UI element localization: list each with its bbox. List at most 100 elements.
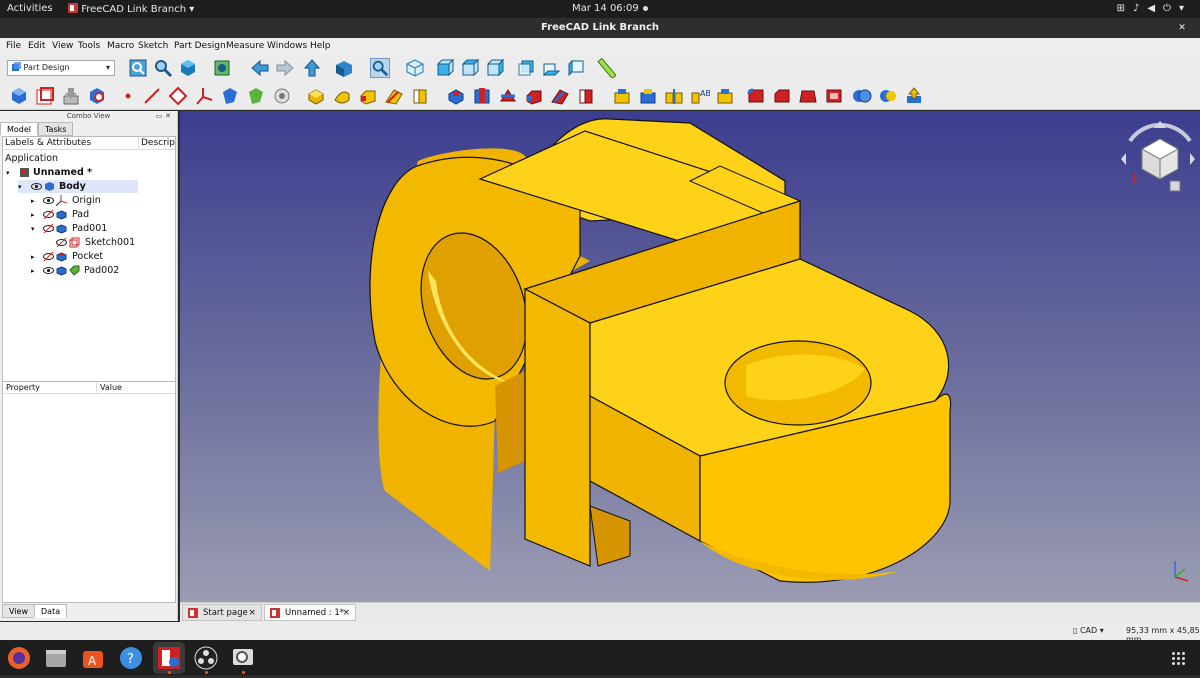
software-icon[interactable]: A xyxy=(80,645,106,671)
float-panel-icon[interactable]: ▭ xyxy=(156,112,166,120)
right-view-icon[interactable] xyxy=(485,58,505,78)
draft-icon[interactable] xyxy=(798,86,818,106)
shape-binder-icon[interactable] xyxy=(87,86,107,106)
close-panel-icon[interactable]: ✕ xyxy=(165,112,174,120)
pad-icon[interactable] xyxy=(306,86,326,106)
eye-hidden-icon[interactable] xyxy=(43,251,54,262)
3d-viewport[interactable] xyxy=(180,111,1200,602)
tree-item-pad002[interactable]: ▸ Pad002 xyxy=(31,264,119,277)
workbench-selector[interactable]: Part Design ▾ xyxy=(7,60,115,76)
create-body-icon[interactable] xyxy=(9,86,29,106)
view-menu-icon[interactable] xyxy=(334,58,354,78)
tree-column-description[interactable]: Descrip xyxy=(138,137,178,150)
value-column[interactable]: Value xyxy=(96,382,122,394)
collapse-arrow-icon[interactable]: ▾ xyxy=(6,169,10,177)
isometric-view-icon[interactable] xyxy=(405,58,425,78)
menu-macro[interactable]: Macro xyxy=(107,41,134,51)
app-menu[interactable]: FreeCAD Link Branch ▾ xyxy=(68,3,194,15)
tree-column-labels[interactable]: Labels & Attributes xyxy=(5,137,91,150)
expand-arrow-icon[interactable]: ▸ xyxy=(31,211,35,219)
create-sketch-icon[interactable] xyxy=(35,86,55,106)
clone-body-icon[interactable] xyxy=(272,86,292,106)
tree-item-pad001[interactable]: ▾ Pad001 xyxy=(31,222,107,235)
datum-point-icon[interactable] xyxy=(118,86,138,106)
hole-icon[interactable] xyxy=(472,86,492,106)
sprocket-icon[interactable] xyxy=(904,86,924,106)
additive-box-icon[interactable] xyxy=(612,86,632,106)
fit-all-icon[interactable] xyxy=(128,58,148,78)
eye-icon[interactable] xyxy=(43,195,54,206)
eye-icon[interactable] xyxy=(43,265,54,276)
fillet-icon[interactable] xyxy=(746,86,766,106)
menu-part-design[interactable]: Part Design xyxy=(174,41,226,51)
close-tab-icon[interactable]: × xyxy=(342,605,350,622)
tab-data[interactable]: Data xyxy=(34,604,68,618)
mirrored-icon[interactable] xyxy=(664,86,684,106)
zoom-icon[interactable] xyxy=(370,58,390,78)
tree-item-body[interactable]: ▾ Body xyxy=(18,180,138,193)
linear-pattern-icon[interactable]: AB xyxy=(690,86,710,106)
3d-model[interactable] xyxy=(180,111,1200,602)
pocket-icon[interactable] xyxy=(446,86,466,106)
sub-shape-binder-icon[interactable] xyxy=(246,86,266,106)
menu-sketch[interactable]: Sketch xyxy=(138,41,168,51)
bounding-box-icon[interactable] xyxy=(212,58,232,78)
expand-arrow-icon[interactable]: ▸ xyxy=(31,267,35,275)
additive-helix-icon[interactable] xyxy=(410,86,430,106)
additive-loft-icon[interactable] xyxy=(358,86,378,106)
menu-edit[interactable]: Edit xyxy=(28,41,45,51)
draw-style-icon[interactable] xyxy=(178,58,198,78)
tab-tasks[interactable]: Tasks xyxy=(38,122,74,136)
datum-plane-icon[interactable] xyxy=(168,86,188,106)
tree-item-pocket[interactable]: ▸ Pocket xyxy=(31,250,103,263)
menu-tools[interactable]: Tools xyxy=(78,41,100,51)
expand-arrow-icon[interactable]: ▸ xyxy=(31,197,35,205)
left-view-icon[interactable] xyxy=(566,58,586,78)
additive-pipe-icon[interactable] xyxy=(384,86,404,106)
menu-file[interactable]: File xyxy=(6,41,21,51)
front-view-icon[interactable] xyxy=(435,58,455,78)
navigation-cube[interactable] xyxy=(1121,121,1195,192)
measure-icon[interactable] xyxy=(596,58,616,78)
tab-model[interactable]: Model xyxy=(0,122,39,136)
subtractive-helix-icon[interactable] xyxy=(576,86,596,106)
tab-start-page[interactable]: Start page × xyxy=(182,604,262,621)
obs-icon[interactable] xyxy=(193,645,219,671)
cube-menu-icon[interactable] xyxy=(1169,180,1181,192)
polar-pattern-icon[interactable] xyxy=(716,86,736,106)
collapse-arrow-icon[interactable]: ▾ xyxy=(18,183,22,191)
tab-unnamed[interactable]: Unnamed : 1* × xyxy=(264,604,356,621)
zoom-selection-icon[interactable] xyxy=(153,58,173,78)
clock[interactable]: Mar 14 06:09 xyxy=(572,3,648,14)
revolution-icon[interactable] xyxy=(332,86,352,106)
eye-hidden-icon[interactable] xyxy=(43,223,54,234)
bottom-view-icon[interactable] xyxy=(541,58,561,78)
show-applications-icon[interactable] xyxy=(1172,652,1186,666)
collapse-arrow-icon[interactable]: ▾ xyxy=(31,225,35,233)
navigation-style-button[interactable]: ▯ CAD ▾ xyxy=(1073,626,1104,635)
rotate-left-icon[interactable] xyxy=(1121,153,1126,165)
back-arrow-icon[interactable] xyxy=(250,58,270,78)
thickness-icon[interactable] xyxy=(824,86,844,106)
subtractive-pipe-icon[interactable] xyxy=(550,86,570,106)
forward-arrow-icon[interactable] xyxy=(275,58,295,78)
tree-item-origin[interactable]: ▸ Origin xyxy=(31,194,101,207)
tree-item-unnamed[interactable]: ▾ Unnamed * xyxy=(6,166,92,179)
clone-icon[interactable] xyxy=(220,86,240,106)
tab-view[interactable]: View xyxy=(2,604,35,618)
eye-icon[interactable] xyxy=(31,181,42,192)
system-tray[interactable]: ⊞♪◀⏻▾ xyxy=(1117,3,1192,14)
files-icon[interactable] xyxy=(43,645,69,671)
groove-icon[interactable] xyxy=(498,86,518,106)
local-coordinate-system-icon[interactable] xyxy=(194,86,214,106)
menu-windows[interactable]: Windows xyxy=(267,41,307,51)
image-viewer-icon[interactable] xyxy=(230,645,256,671)
validate-sketch-icon[interactable] xyxy=(61,86,81,106)
eye-hidden-icon[interactable] xyxy=(56,237,67,248)
close-tab-icon[interactable]: × xyxy=(248,605,256,622)
datum-line-icon[interactable] xyxy=(142,86,162,106)
close-window-button[interactable]: ✕ xyxy=(1176,22,1188,34)
subtractive-loft-icon[interactable] xyxy=(524,86,544,106)
menu-measure[interactable]: Measure xyxy=(226,41,264,51)
rotate-right-icon[interactable] xyxy=(1190,153,1195,165)
